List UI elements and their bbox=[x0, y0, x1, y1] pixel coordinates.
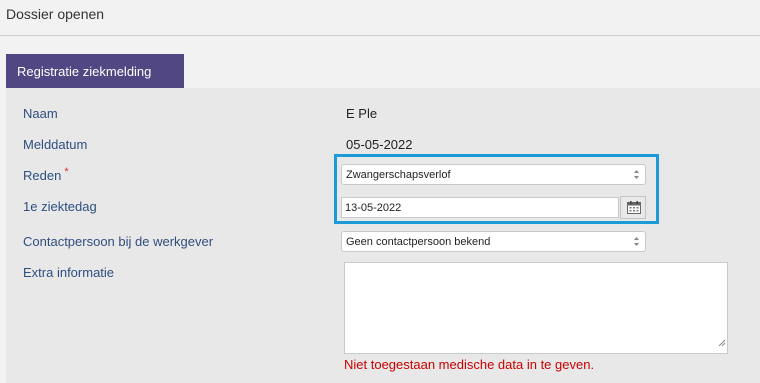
extra-informatie-textarea[interactable] bbox=[344, 262, 728, 354]
extra-informatie-label: Extra informatie bbox=[23, 265, 115, 280]
error-message: Niet toegestaan medische data in te geve… bbox=[344, 357, 595, 372]
contactpersoon-select[interactable]: Geen contactpersoon bekend bbox=[341, 231, 646, 252]
page-title: Dossier openen bbox=[6, 6, 105, 22]
highlight-box bbox=[334, 154, 659, 224]
required-marker: * bbox=[64, 166, 69, 178]
melddatum-label: Melddatum bbox=[23, 137, 88, 152]
melddatum-value: 05-05-2022 bbox=[346, 137, 413, 152]
naam-label: Naam bbox=[23, 106, 58, 121]
reden-label-text: Reden bbox=[23, 168, 62, 183]
ziektedag-label: 1e ziektedag bbox=[23, 199, 97, 214]
reden-label: Reden * bbox=[23, 166, 69, 183]
naam-value: E Ple bbox=[346, 106, 378, 121]
select-arrows-icon bbox=[633, 235, 640, 248]
resize-handle-icon[interactable] bbox=[718, 334, 726, 352]
contactpersoon-label: Contactpersoon bij de werkgever bbox=[23, 234, 214, 249]
tab-registratie-ziekmelding[interactable]: Registratie ziekmelding bbox=[6, 54, 184, 88]
top-bar: Dossier openen bbox=[0, 0, 760, 36]
contactpersoon-selected-value: Geen contactpersoon bekend bbox=[346, 236, 491, 248]
